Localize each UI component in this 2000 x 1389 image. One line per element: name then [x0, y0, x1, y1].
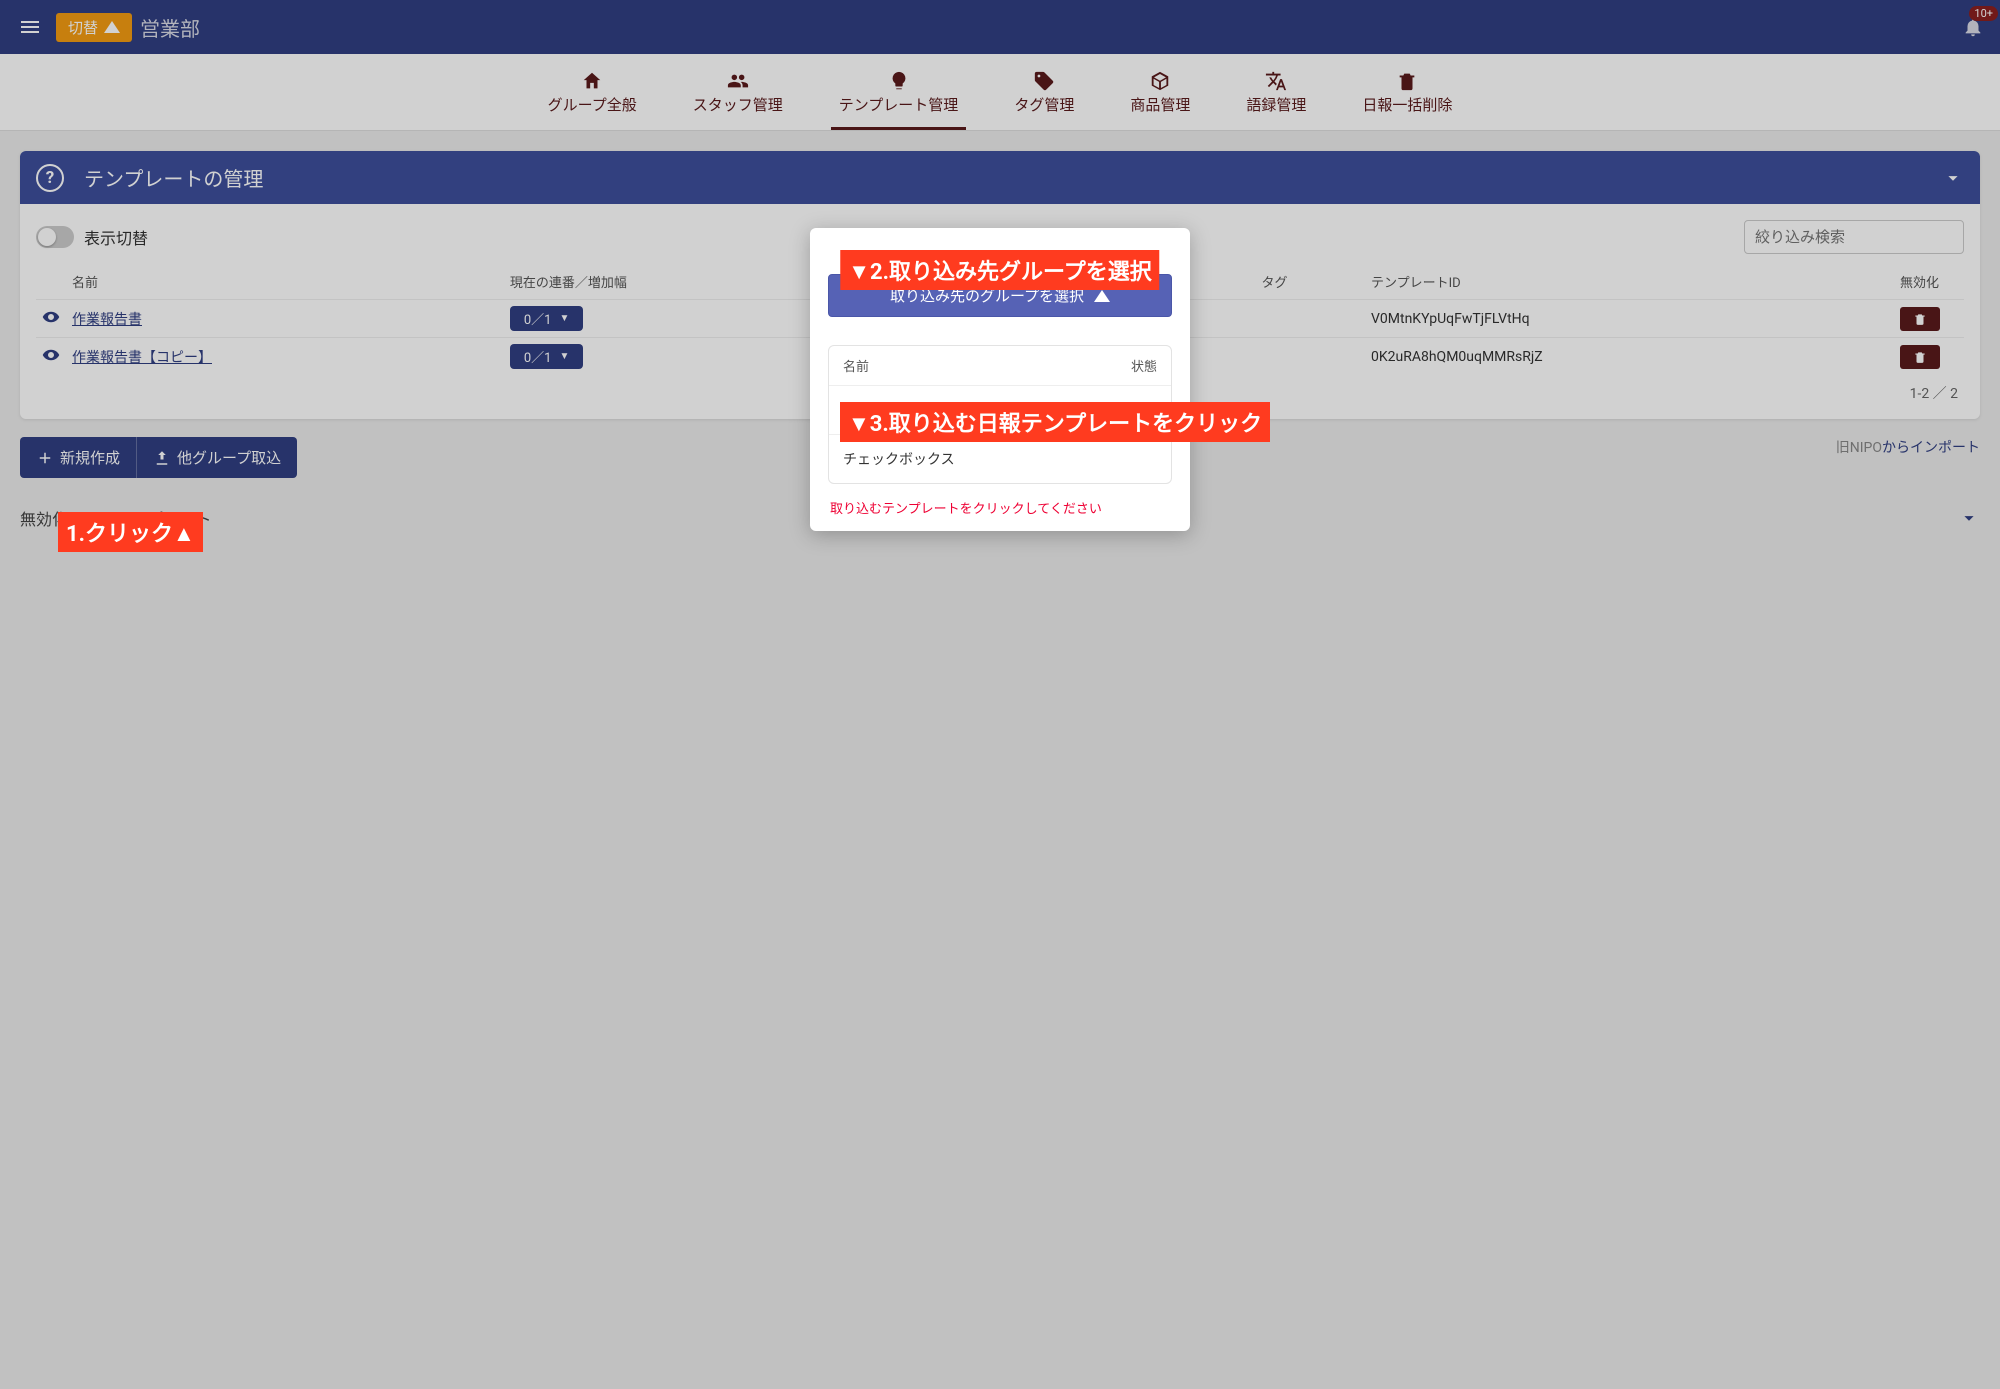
tab-label: テンプレート管理	[839, 94, 959, 115]
triangle-up-icon	[1094, 290, 1110, 302]
display-toggle[interactable]	[36, 226, 74, 248]
template-id: 0K2uRA8hQM0uqMMRsRjZ	[1365, 338, 1894, 376]
annotation-3: ▼3.取り込む日報テンプレートをクリック	[840, 402, 1270, 442]
department-title: 営業部	[140, 13, 200, 42]
col-disable: 無効化	[1894, 264, 1964, 300]
top-bar: 切替 営業部 10+	[0, 0, 2000, 54]
tab-product[interactable]: 商品管理	[1122, 64, 1198, 130]
tab-label: グループ全般	[548, 94, 637, 115]
tab-bulk-delete[interactable]: 日報一括削除	[1354, 64, 1460, 130]
panel-title: テンプレートの管理	[84, 163, 1942, 192]
chevron-down-icon	[1958, 507, 1980, 529]
help-icon[interactable]: ?	[36, 164, 64, 192]
tab-label: スタッフ管理	[693, 94, 783, 115]
main-tabs: グループ全般 スタッフ管理 テンプレート管理 タグ管理 商品管理 語録管理 日報…	[0, 54, 2000, 131]
col-tag: タグ	[1255, 264, 1365, 300]
delete-button[interactable]	[1900, 307, 1940, 331]
tab-staff[interactable]: スタッフ管理	[685, 64, 791, 130]
eye-icon[interactable]	[42, 346, 60, 364]
tab-tag[interactable]: タグ管理	[1006, 64, 1082, 130]
tab-label: タグ管理	[1014, 94, 1074, 115]
toggle-label: 表示切替	[84, 225, 148, 249]
seq-button[interactable]: 0／1▼	[510, 306, 584, 331]
chevron-down-icon	[1942, 167, 1964, 189]
import-old-link[interactable]: 旧NIPOからインポート	[1836, 437, 1980, 457]
eye-icon[interactable]	[42, 308, 60, 326]
tab-template[interactable]: テンプレート管理	[831, 64, 967, 130]
picker-col-name: 名前	[843, 356, 1131, 375]
row-name[interactable]: 作業報告書【コピー】	[72, 350, 212, 366]
search-box[interactable]	[1744, 220, 1964, 254]
button-bar: 新規作成 他グループ取込	[20, 437, 297, 478]
search-input[interactable]	[1755, 228, 1954, 246]
picker-col-state: 状態	[1131, 356, 1157, 375]
triangle-up-icon	[104, 21, 120, 33]
switch-button[interactable]: 切替	[56, 13, 132, 42]
tab-label: 語録管理	[1246, 94, 1306, 115]
col-tid: テンプレートID	[1365, 264, 1894, 300]
annotation-2: ▼2.取り込み先グループを選択	[840, 250, 1159, 290]
row-name[interactable]: 作業報告書	[72, 312, 142, 328]
picker-hint: 取り込むテンプレートをクリックしてください	[828, 484, 1172, 517]
tab-label: 商品管理	[1130, 94, 1190, 115]
notifications-button[interactable]: 10+	[1958, 12, 1988, 42]
tab-glossary[interactable]: 語録管理	[1238, 64, 1314, 130]
btn-label: 新規作成	[60, 447, 120, 468]
import-group-button[interactable]: 他グループ取込	[136, 437, 297, 478]
seq-button[interactable]: 0／1▼	[510, 344, 584, 369]
switch-label: 切替	[68, 17, 98, 38]
annotation-1: 1.クリック▲	[58, 512, 203, 552]
tab-group-general[interactable]: グループ全般	[540, 64, 645, 130]
btn-label: 他グループ取込	[177, 447, 281, 468]
tab-label: 日報一括削除	[1362, 94, 1452, 115]
template-id: V0MtnKYpUqFwTjFLVtHq	[1365, 300, 1894, 338]
panel-header[interactable]: ? テンプレートの管理	[20, 151, 1980, 204]
delete-button[interactable]	[1900, 345, 1940, 369]
notification-badge: 10+	[1969, 6, 1998, 21]
menu-button[interactable]	[12, 9, 48, 45]
new-button[interactable]: 新規作成	[20, 437, 136, 478]
col-name: 名前	[66, 264, 504, 300]
